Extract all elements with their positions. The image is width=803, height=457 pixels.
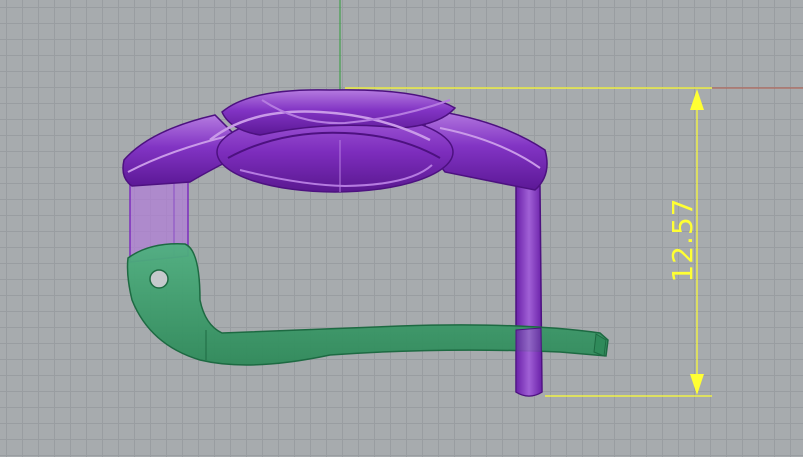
dim-arrow-bottom <box>690 374 704 395</box>
model-scene[interactable]: 12.57 <box>0 0 803 457</box>
dimension-value[interactable]: 12.57 <box>666 197 699 282</box>
rhino-viewport[interactable]: 12.57 <box>0 0 803 457</box>
shank-hole <box>149 269 169 289</box>
dim-arrow-top <box>690 89 704 110</box>
right-pin-front <box>515 327 543 397</box>
